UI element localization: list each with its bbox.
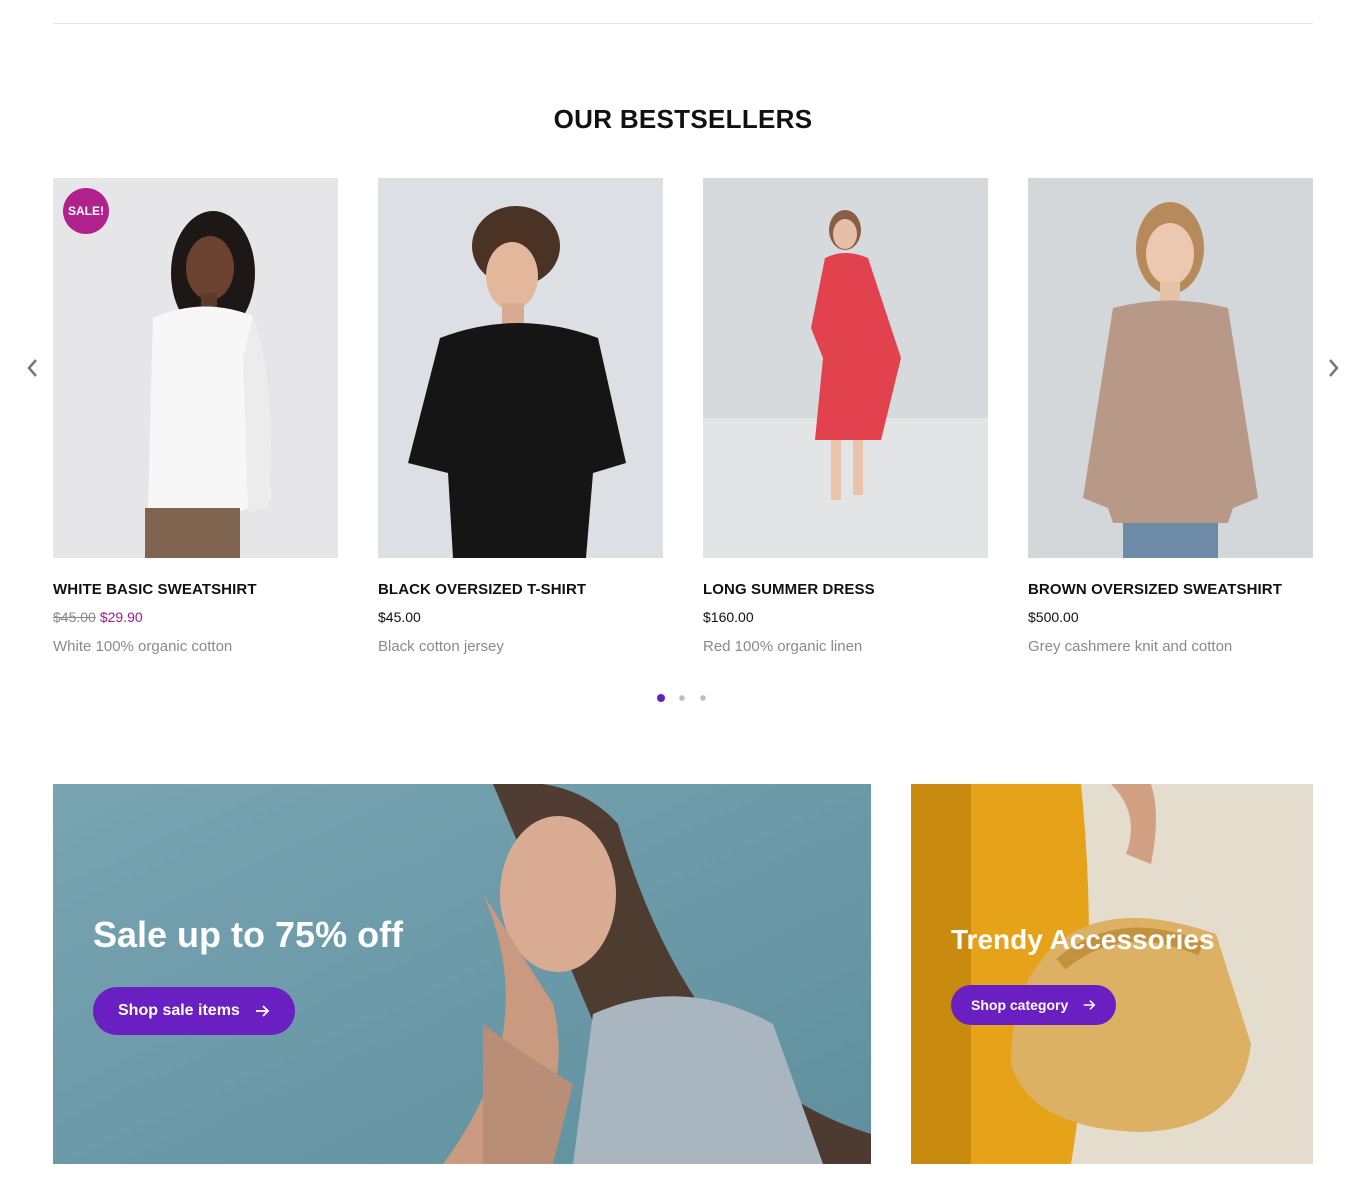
sale-banner-image bbox=[53, 784, 871, 1164]
product-image[interactable] bbox=[703, 178, 988, 558]
product-price: $500.00 bbox=[1028, 609, 1079, 625]
shop-category-button[interactable]: Shop category bbox=[951, 985, 1117, 1025]
product-price: $45.00 $29.90 bbox=[53, 609, 338, 625]
product-card: SALE! WHITE BASIC SWEATSHIRT $45.00 $29.9… bbox=[53, 178, 338, 655]
carousel-pagination bbox=[657, 694, 707, 702]
product-price-sale: $29.90 bbox=[99, 609, 143, 625]
sale-banner-title: Sale up to 75% off bbox=[93, 914, 404, 955]
chevron-left-icon bbox=[27, 359, 37, 377]
product-name[interactable]: BLACK OVERSIZED T-SHIRT bbox=[378, 581, 663, 598]
product-price-old: $45.00 bbox=[53, 609, 96, 625]
product-description: Red 100% organic linen bbox=[703, 638, 863, 655]
product-name[interactable]: LONG SUMMER DRESS bbox=[703, 581, 988, 598]
product-price: $45.00 bbox=[378, 609, 421, 625]
arrow-right-icon bbox=[1082, 998, 1096, 1012]
arrow-right-icon bbox=[254, 1003, 270, 1019]
product-card: BROWN OVERSIZED SWEATSHIRT $500.00 Grey … bbox=[1028, 178, 1313, 655]
product-description: White 100% organic cotton bbox=[53, 638, 233, 655]
product-description: Black cotton jersey bbox=[378, 638, 504, 655]
shop-category-label: Shop category bbox=[971, 997, 1069, 1013]
accessories-banner-title: Trendy Accessories bbox=[951, 924, 1215, 955]
chevron-right-icon bbox=[1329, 359, 1339, 377]
product-name[interactable]: WHITE BASIC SWEATSHIRT bbox=[53, 581, 338, 598]
product-card: LONG SUMMER DRESS $160.00 Red 100% organ… bbox=[703, 178, 988, 655]
shop-sale-button[interactable]: Shop sale items bbox=[93, 987, 295, 1035]
accessories-banner: Trendy Accessories Shop category bbox=[911, 784, 1313, 1164]
sale-banner: Sale up to 75% off Shop sale items bbox=[53, 784, 871, 1164]
product-image[interactable]: SALE! bbox=[53, 178, 338, 558]
product-name[interactable]: BROWN OVERSIZED SWEATSHIRT bbox=[1028, 581, 1313, 598]
product-image[interactable] bbox=[1028, 178, 1313, 558]
carousel-dot-1[interactable] bbox=[657, 694, 665, 702]
product-card: BLACK OVERSIZED T-SHIRT $45.00 Black cot… bbox=[378, 178, 663, 655]
carousel-dot-3[interactable] bbox=[700, 695, 706, 701]
accessories-banner-image bbox=[911, 784, 1313, 1164]
top-divider bbox=[53, 23, 1313, 24]
section-title: OUR BESTSELLERS bbox=[553, 104, 813, 134]
shop-sale-label: Shop sale items bbox=[118, 1002, 240, 1019]
sale-badge: SALE! bbox=[63, 188, 109, 234]
product-image[interactable] bbox=[378, 178, 663, 558]
product-description: Grey cashmere knit and cotton bbox=[1028, 638, 1233, 655]
carousel-dot-2[interactable] bbox=[679, 695, 685, 701]
carousel-next-button[interactable] bbox=[1321, 356, 1345, 380]
product-price: $160.00 bbox=[703, 609, 754, 625]
carousel-prev-button[interactable] bbox=[21, 356, 45, 380]
